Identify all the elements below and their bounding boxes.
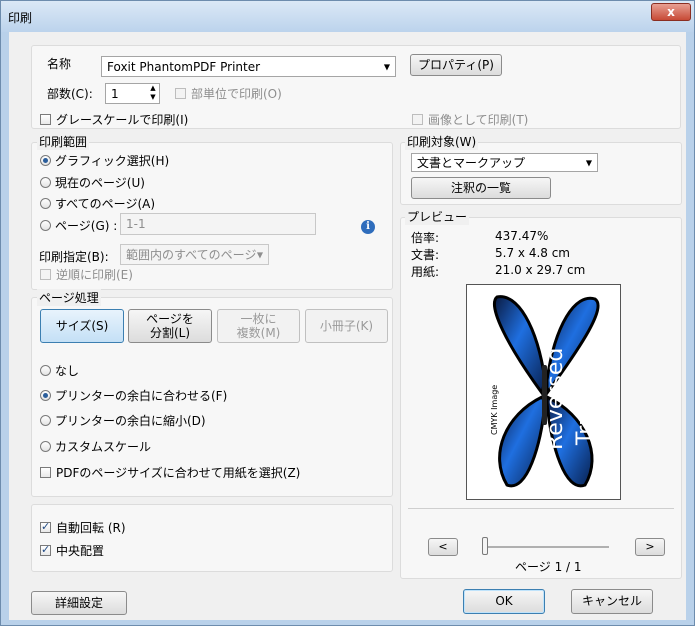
size-button[interactable]: サイズ(S) bbox=[40, 309, 124, 343]
option-fit-margins: プリンターの余白に合わせる(F) bbox=[55, 389, 228, 403]
wing-text-truetype: Truetype bbox=[573, 349, 598, 446]
radio-graphic-selection[interactable] bbox=[40, 155, 51, 166]
page-handling-title: ページ処理 bbox=[37, 289, 101, 306]
option-pages: ページ(G) : bbox=[55, 219, 118, 233]
summarize-comments-button[interactable]: 注釈の一覧 bbox=[411, 177, 551, 199]
auto-center-label: 中央配置 bbox=[56, 544, 105, 558]
print-what-title: 印刷対象(W) bbox=[405, 133, 479, 150]
radio-current-page[interactable] bbox=[40, 177, 51, 188]
window-title: 印刷 bbox=[8, 11, 33, 25]
document-value: 5.7 x 4.8 cm bbox=[495, 246, 570, 260]
split-line-2: 分割(L) bbox=[149, 326, 191, 340]
copies-spinner[interactable]: ▲ ▼ bbox=[147, 84, 159, 103]
printer-select[interactable]: Foxit PhantomPDF Printer ▼ bbox=[101, 56, 396, 77]
radio-pages[interactable] bbox=[40, 220, 51, 231]
choose-paper-label: PDFのページサイズに合わせて用紙を選択(Z) bbox=[56, 466, 301, 480]
chevron-down-icon: ▼ bbox=[256, 250, 263, 259]
preview-divider bbox=[408, 508, 674, 509]
paper-label: 用紙: bbox=[411, 265, 440, 279]
multiple-pages-button[interactable]: 一枚に 複数(M) bbox=[217, 309, 300, 343]
size-button-label: サイズ(S) bbox=[55, 318, 109, 333]
advanced-button[interactable]: 詳細設定 bbox=[31, 591, 127, 615]
image-caption: CMYK Image bbox=[490, 385, 499, 435]
print-dialog: 印刷 x 名称 Foxit PhantomPDF Printer ▼ プロパティ… bbox=[0, 0, 695, 626]
print-range-title: 印刷範囲 bbox=[37, 133, 90, 150]
multi-line-2: 複数(M) bbox=[236, 326, 281, 340]
radio-none[interactable] bbox=[40, 365, 51, 376]
print-as-image-checkbox[interactable] bbox=[412, 114, 423, 125]
option-graphic-selection: グラフィック選択(H) bbox=[55, 154, 170, 168]
auto-rotate-checkbox[interactable] bbox=[40, 520, 51, 533]
option-all-pages: すべてのページ(A) bbox=[55, 197, 156, 211]
booklet-button[interactable]: 小冊子(K) bbox=[305, 309, 388, 343]
choose-paper-checkbox[interactable] bbox=[40, 467, 51, 478]
zoom-label: 倍率: bbox=[411, 231, 440, 245]
option-reduce-margins: プリンターの余白に縮小(D) bbox=[55, 414, 206, 428]
paper-value: 21.0 x 29.7 cm bbox=[495, 263, 586, 277]
close-button[interactable]: x bbox=[651, 3, 691, 21]
pages-value: 1-1 bbox=[126, 217, 146, 231]
subset-select[interactable]: 範囲内のすべてのページ ▼ bbox=[120, 244, 269, 265]
print-as-image-label: 画像として印刷(T) bbox=[428, 113, 529, 127]
reverse-label: 逆順に印刷(E) bbox=[56, 268, 133, 282]
butterfly-image: Reversed Truetype CMYK Image bbox=[490, 295, 600, 488]
zoom-value: 437.47% bbox=[495, 229, 549, 243]
properties-button[interactable]: プロパティ(P) bbox=[410, 54, 502, 76]
page-slider-track[interactable] bbox=[485, 546, 609, 548]
option-none: なし bbox=[55, 364, 80, 378]
cancel-button[interactable]: キャンセル bbox=[571, 589, 653, 614]
radio-fit-margins[interactable] bbox=[40, 390, 51, 401]
document-label: 文書: bbox=[411, 248, 440, 262]
auto-center-checkbox[interactable] bbox=[40, 543, 51, 556]
option-current-page: 現在のページ(U) bbox=[55, 176, 145, 190]
wing-text-reversed: Reversed bbox=[543, 348, 568, 450]
page-indicator: ページ 1 / 1 bbox=[515, 560, 582, 574]
radio-reduce-margins[interactable] bbox=[40, 415, 51, 426]
grayscale-checkbox[interactable] bbox=[40, 114, 51, 125]
copies-label: 部数(C): bbox=[47, 87, 93, 101]
chevron-down-icon: ▼ bbox=[585, 158, 592, 167]
prev-page-button[interactable]: < bbox=[428, 538, 458, 556]
printer-select-value: Foxit PhantomPDF Printer bbox=[107, 59, 261, 74]
reverse-checkbox[interactable] bbox=[40, 269, 51, 280]
preview-page: Reversed Truetype CMYK Image bbox=[466, 284, 621, 500]
dialog-body: 名称 Foxit PhantomPDF Printer ▼ プロパティ(P) 部… bbox=[9, 32, 686, 620]
printer-name-label: 名称 bbox=[47, 57, 72, 71]
radio-all-pages[interactable] bbox=[40, 198, 51, 209]
title-bar: 印刷 x bbox=[1, 1, 694, 32]
radio-custom-scale[interactable] bbox=[40, 441, 51, 452]
split-pages-button[interactable]: ページを 分割(L) bbox=[128, 309, 212, 343]
copies-value: 1 bbox=[111, 86, 119, 101]
page-slider-thumb[interactable] bbox=[482, 537, 488, 555]
subset-value: 範囲内のすべてのページ bbox=[126, 248, 257, 262]
collate-checkbox[interactable] bbox=[175, 88, 186, 99]
pages-input[interactable]: 1-1 bbox=[120, 213, 316, 235]
auto-rotate-label: 自動回転 (R) bbox=[56, 521, 126, 535]
ok-button[interactable]: OK bbox=[463, 589, 545, 614]
preview-title: プレビュー bbox=[405, 208, 470, 225]
multi-line-1: 一枚に bbox=[240, 311, 277, 326]
info-icon[interactable]: i bbox=[361, 220, 375, 234]
auto-options-panel bbox=[31, 504, 393, 572]
print-what-select[interactable]: 文書とマークアップ ▼ bbox=[411, 153, 598, 172]
print-what-value: 文書とマークアップ bbox=[417, 156, 526, 170]
collate-label: 部単位で印刷(O) bbox=[191, 87, 282, 101]
booklet-label: 小冊子(K) bbox=[319, 318, 374, 333]
split-line-1: ページを bbox=[146, 311, 194, 326]
grayscale-label: グレースケールで印刷(I) bbox=[56, 113, 189, 127]
subset-label: 印刷指定(B): bbox=[39, 250, 109, 264]
chevron-down-icon: ▼ bbox=[383, 62, 390, 71]
option-custom-scale: カスタムスケール bbox=[55, 440, 152, 454]
next-page-button[interactable]: > bbox=[635, 538, 665, 556]
